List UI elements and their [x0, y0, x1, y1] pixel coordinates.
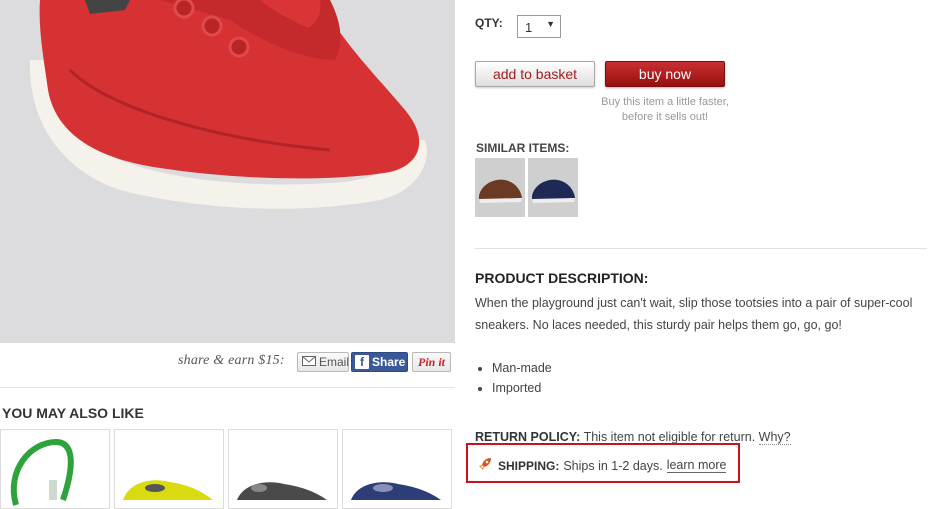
red-sneaker-illustration: [0, 0, 455, 343]
pinterest-label: Pin it: [417, 355, 445, 369]
facebook-share-button[interactable]: f Share: [351, 352, 408, 372]
product-description-text: When the playground just can't wait, sli…: [475, 296, 913, 332]
feature-list: Man-made Imported: [475, 358, 552, 398]
similar-item-thumbnail[interactable]: [475, 158, 525, 217]
facebook-share-label: Share: [372, 355, 406, 369]
pinterest-button[interactable]: Pin it: [412, 352, 451, 372]
recommendation-item[interactable]: [342, 429, 452, 509]
green-headband-image: [10, 438, 74, 506]
quantity-select[interactable]: 1 ▼: [517, 15, 561, 38]
return-policy-text: This item not eligible for return.: [583, 430, 756, 444]
buy-now-button[interactable]: buy now: [605, 61, 725, 87]
feature-item: Imported: [492, 378, 552, 398]
share-row: share & earn $15: Email f Share Pin it: [0, 351, 455, 375]
similar-item-thumbnail[interactable]: [528, 158, 578, 217]
rocket-icon: [478, 457, 492, 474]
why-link[interactable]: Why?: [758, 430, 791, 445]
shipping-text: Ships in 1-2 days.: [563, 458, 663, 473]
facebook-icon: f: [355, 355, 369, 369]
recommendation-item[interactable]: [0, 429, 110, 509]
feature-item: Man-made: [492, 358, 552, 378]
quantity-value: 1: [525, 20, 533, 35]
learn-more-link[interactable]: learn more: [666, 458, 727, 473]
share-earn-text: share & earn $15:: [178, 353, 285, 368]
recommendation-item[interactable]: [228, 429, 338, 509]
qty-label: QTY:: [475, 16, 503, 30]
navy-clog-image: [351, 482, 441, 500]
recommendation-item[interactable]: [114, 429, 224, 509]
shipping-highlight-box: SHIPPING: Ships in 1-2 days. learn more: [466, 443, 740, 483]
navy-shoe-image: [528, 158, 578, 217]
email-share-label: Email: [319, 355, 350, 369]
product-image[interactable]: [0, 0, 455, 343]
similar-items-label: SIMILAR ITEMS:: [476, 141, 570, 155]
product-description-heading: PRODUCT DESCRIPTION:: [475, 270, 649, 286]
black-clog-image: [237, 482, 327, 500]
you-may-also-like-heading: YOU MAY ALSO LIKE: [2, 405, 144, 421]
envelope-icon: [302, 353, 316, 371]
yellow-clog-image: [123, 480, 213, 500]
shipping-label: SHIPPING:: [498, 458, 560, 473]
divider: [475, 248, 927, 249]
buy-now-note: Buy this item a little faster, before it…: [601, 96, 729, 123]
return-policy-label: RETURN POLICY:: [475, 430, 581, 444]
shipping-info: SHIPPING: Ships in 1-2 days. learn more: [478, 457, 727, 474]
divider: [0, 387, 455, 388]
chevron-down-icon: ▼: [546, 19, 555, 29]
return-policy: RETURN POLICY: This item not eligible fo…: [475, 430, 791, 445]
brown-shoe-image: [475, 158, 525, 217]
email-share-button[interactable]: Email: [297, 352, 349, 372]
add-to-basket-button[interactable]: add to basket: [475, 61, 595, 87]
